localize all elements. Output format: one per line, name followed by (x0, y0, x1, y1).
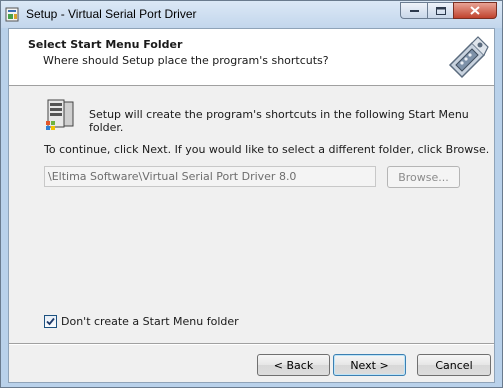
back-button[interactable]: < Back (257, 354, 330, 376)
minimize-button[interactable] (400, 2, 427, 19)
caption-buttons (400, 2, 497, 20)
maximize-icon (435, 6, 446, 15)
window-title: Setup - Virtual Serial Port Driver (26, 7, 197, 21)
continue-instruction-text: To continue, click Next. If you would li… (44, 143, 490, 156)
browse-button[interactable]: Browse... (387, 166, 460, 188)
checkmark-icon (46, 317, 55, 326)
setup-window: Setup - Virtual Serial Port Driver Selec… (0, 0, 503, 388)
next-button[interactable]: Next > (333, 354, 406, 376)
close-icon (470, 6, 480, 15)
instruction-text: Setup will create the program's shortcut… (89, 108, 469, 134)
cancel-button[interactable]: Cancel (417, 354, 491, 376)
start-menu-folder-input[interactable]: \Eltima Software\Virtual Serial Port Dri… (44, 166, 376, 187)
maximize-button[interactable] (427, 2, 453, 19)
wizard-header: Select Start Menu Folder Where should Se… (9, 29, 494, 86)
program-group-icon (46, 99, 74, 130)
no-start-menu-folder-option[interactable]: Don't create a Start Menu folder (44, 315, 239, 328)
wizard-client-area: Select Start Menu Folder Where should Se… (8, 28, 495, 383)
page-title: Select Start Menu Folder (28, 38, 183, 51)
page-subtitle: Where should Setup place the program's s… (43, 54, 329, 67)
setup-app-icon (5, 7, 19, 22)
no-start-menu-folder-checkbox[interactable] (44, 315, 57, 328)
footer-divider (9, 343, 494, 345)
serial-port-connector-icon (448, 36, 489, 79)
minimize-icon (409, 9, 419, 12)
title-bar[interactable]: Setup - Virtual Serial Port Driver (1, 1, 502, 28)
checkbox-label: Don't create a Start Menu folder (61, 315, 239, 328)
close-button[interactable] (453, 2, 497, 19)
